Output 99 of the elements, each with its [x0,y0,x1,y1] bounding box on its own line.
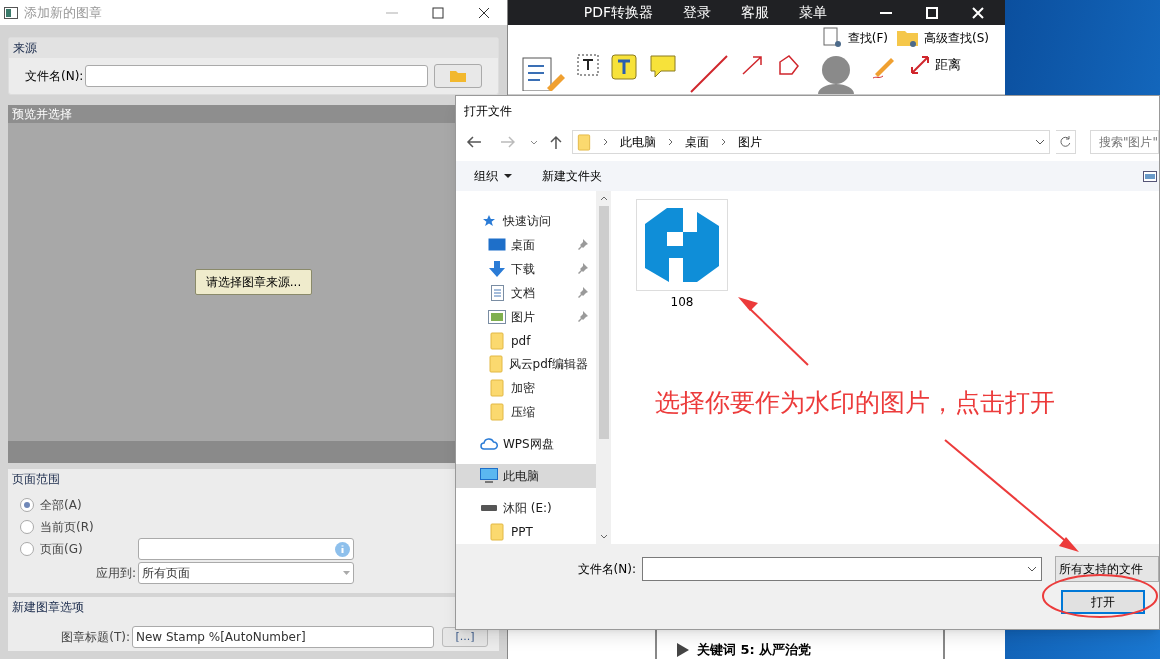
polygon-icon [777,54,801,76]
breadcrumb-item[interactable]: 图片 [737,133,762,151]
nav-item[interactable]: PPT [456,519,596,544]
picture-icon [488,309,506,324]
section-heading: 来源 [13,40,37,57]
nav-item[interactable]: 此电脑 [456,464,596,489]
folder-icon [450,70,466,82]
chevron-down-icon[interactable] [529,139,538,145]
radio-button[interactable] [20,498,34,512]
field-label: 文件名(N): [576,561,637,578]
distance-button[interactable]: 距离 [935,55,961,75]
refresh-button[interactable] [1056,130,1076,154]
folder-icon [490,379,504,398]
nav-item[interactable]: 压缩 [456,400,596,425]
nav-item[interactable]: 快速访问 [456,209,596,233]
nav-item[interactable]: 下载 [456,256,596,281]
file-name-field[interactable] [642,557,1042,581]
page-numbers-field[interactable] [138,538,354,560]
up-arrow-icon[interactable] [549,134,562,150]
document-icon [490,284,504,301]
drive-icon [481,504,497,512]
annotation-text: 选择你要作为水印的图片，点击打开 [655,387,1055,419]
field-label: 图章标题(T): [60,630,130,644]
folder-icon [488,355,503,374]
breadcrumb-item[interactable]: 桌面 [684,133,709,151]
select-source-button[interactable]: 请选择图章来源... [194,269,313,295]
chevron-up-icon[interactable] [599,196,608,201]
organize-menu[interactable]: 组织 [474,167,498,185]
forward-arrow-icon[interactable] [499,136,516,148]
radio-label: 当前页(R) [40,519,94,536]
field-label: 文件名(N): [25,68,84,85]
section-heading: 页面范围 [12,471,60,488]
dropdown-caret-icon [343,571,350,575]
text-field-icon [577,54,599,76]
view-icon[interactable] [1143,170,1157,182]
chevron-down-icon [1027,566,1037,572]
annotation-arrow [738,297,809,366]
nav-item[interactable]: 加密 [456,376,596,401]
chevron-right-icon [720,138,726,146]
back-arrow-icon[interactable] [466,136,482,148]
chevron-down-icon[interactable] [599,534,608,539]
find-button[interactable]: 查找(F) [847,29,888,47]
form-edit-icon [521,54,565,91]
field-label: 应用到: [94,565,137,582]
nav-item[interactable]: 桌面 [456,232,596,257]
nav-item[interactable]: 沐阳 (E:) [456,496,596,520]
info-icon [335,541,350,557]
address-bar[interactable]: 此电脑 桌面 图片 [571,130,1050,154]
text-icon [611,54,637,80]
measure-icon [909,54,931,76]
browse-button[interactable] [434,64,482,88]
play-icon [677,643,689,657]
file-name: 108 [670,294,694,311]
menu-item[interactable]: PDF转换器 [583,2,653,23]
arrow-icon [741,54,765,76]
nav-item[interactable]: 图片 [456,304,596,329]
section-heading: 新建图章选项 [12,599,84,616]
content-heading: 关键词 5: 从严治党 [697,642,812,657]
nav-item[interactable]: 风云pdf编辑器 [456,352,596,377]
file-name-field[interactable] [85,65,428,87]
section-heading: 预览并选择 [12,106,72,123]
nav-item[interactable]: 文档 [456,280,596,305]
folder-icon [490,331,504,350]
menu-item[interactable]: 登录 [683,2,711,23]
folder-icon [576,133,591,151]
new-folder-button[interactable]: 新建文件夹 [542,167,602,185]
folder-icon [490,403,504,422]
cloud-icon [480,437,498,452]
nav-item[interactable]: pdf [456,328,596,353]
line-icon [689,54,729,94]
menu-item[interactable]: 客服 [741,2,769,23]
scrollbar-thumb[interactable] [598,206,609,439]
breadcrumb-item[interactable]: 此电脑 [619,133,656,151]
window-title: 打开文件 [464,103,512,120]
window-title: 添加新的图章 [24,3,102,22]
advanced-find-button[interactable]: 高级查找(S) [924,29,989,47]
radio-label: 全部(A) [40,497,82,514]
comment-icon [649,54,677,80]
chevron-right-icon [667,138,673,146]
file-type-select[interactable]: 所有支持的文件 [1055,556,1159,582]
desktop-icon [488,238,506,252]
radio-button[interactable] [20,542,34,556]
folder-icon [490,522,504,541]
search-field[interactable]: 搜索"图片" [1089,130,1159,154]
chevron-right-icon [602,138,608,146]
radio-label: 页面(G) [40,541,83,558]
chevron-down-icon[interactable] [1035,139,1045,145]
window-icon [4,6,18,19]
star-icon [482,213,496,228]
apply-to-select[interactable]: 所有页面 [138,562,354,584]
radio-button[interactable] [20,520,34,534]
refresh-icon [1059,136,1071,148]
menu-item[interactable]: 菜单 [799,2,827,23]
monitor-icon [480,468,498,485]
down-arrow-icon [488,260,506,277]
stamp-title-field[interactable]: New Stamp %[AutoNumber] [132,626,434,648]
caret-icon [504,174,512,178]
nav-item[interactable]: WPS网盘 [456,432,596,457]
open-button[interactable]: 打开 [1061,590,1145,614]
